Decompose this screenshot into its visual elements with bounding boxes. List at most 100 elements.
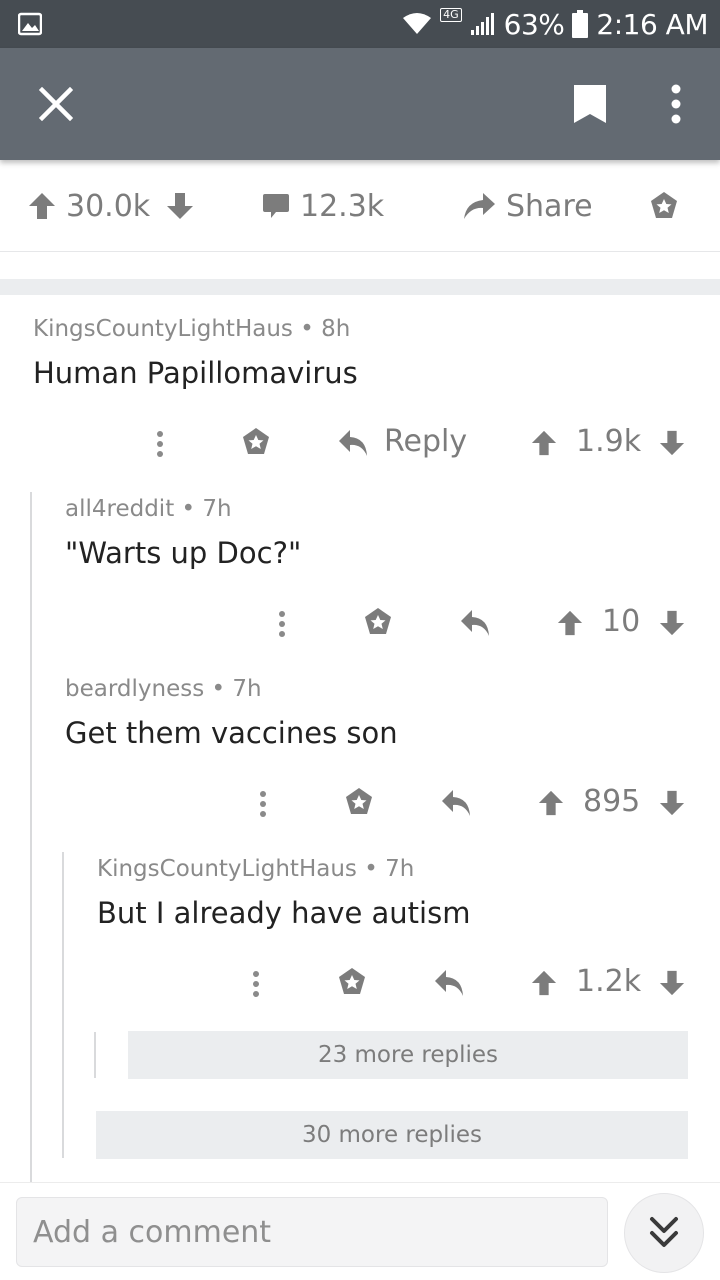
comment-author[interactable]: all4reddit: [65, 496, 174, 522]
comment: beardlyness • 7h Get them vaccines son: [65, 676, 398, 750]
comment-author[interactable]: beardlyness: [65, 676, 204, 702]
comment-upvote-button[interactable]: [556, 608, 584, 638]
more-replies-button[interactable]: 23 more replies: [128, 1031, 688, 1079]
comment-score: 1.9k: [576, 424, 642, 459]
comment-downvote-button[interactable]: [658, 968, 686, 998]
comment: all4reddit • 7h "Warts up Doc?": [65, 496, 301, 570]
share-icon: [464, 193, 495, 219]
more-replies-button[interactable]: 30 more replies: [96, 1111, 688, 1159]
comment-award-button[interactable]: [334, 964, 370, 1000]
battery-percent: 63%: [503, 7, 565, 41]
award-button[interactable]: [648, 160, 680, 252]
post-score: 30.0k: [66, 188, 151, 224]
comment-upvote-button[interactable]: [530, 428, 558, 458]
comment-body: Get them vaccines son: [65, 716, 398, 750]
comment-more-button[interactable]: [270, 606, 294, 642]
comments-count-button[interactable]: 12.3k: [262, 160, 384, 252]
comments-count: 12.3k: [300, 188, 385, 224]
more-replies-label: 30 more replies: [301, 1122, 483, 1148]
downvote-icon[interactable]: [166, 192, 194, 220]
comment-meta: all4reddit • 7h: [65, 496, 232, 522]
award-icon: [339, 968, 365, 994]
comment-score: 10: [602, 604, 641, 639]
comment-meta: KingsCountyLightHaus • 7h: [97, 856, 415, 882]
comment-age: 7h: [385, 856, 415, 882]
comment-downvote-button[interactable]: [658, 608, 686, 638]
more-vertical-icon: [260, 791, 266, 817]
battery-icon: [572, 10, 589, 38]
more-replies-label: 23 more replies: [317, 1042, 499, 1068]
upvote-icon: [531, 970, 557, 996]
status-bar: 4G 63% 2:16 AM: [0, 0, 720, 48]
comment-reply-button[interactable]: [458, 606, 492, 640]
award-icon: [346, 788, 372, 814]
thread-line-depth-1: [30, 492, 32, 1182]
more-vertical-icon: [671, 84, 681, 124]
post-vote-group: 30.0k: [28, 160, 194, 252]
award-icon: [651, 192, 677, 218]
comment-age: 7h: [232, 676, 262, 702]
wifi-icon: [403, 13, 432, 34]
downvote-icon: [659, 790, 685, 816]
comment-body: But I already have autism: [97, 896, 471, 930]
reply-icon: [339, 430, 367, 456]
comment: KingsCountyLightHaus • 7h But I already …: [97, 856, 470, 930]
award-icon: [243, 428, 269, 454]
comment-meta: beardlyness • 7h: [65, 676, 262, 702]
section-divider: [0, 279, 720, 295]
award-icon: [365, 608, 391, 634]
thread-line-depth-3: [94, 1032, 96, 1078]
comment-author[interactable]: KingsCountyLightHaus: [33, 316, 293, 342]
comment-meta: KingsCountyLightHaus • 8h: [33, 316, 351, 342]
upvote-icon: [557, 610, 583, 636]
overflow-menu-button[interactable]: [648, 76, 704, 132]
downvote-icon: [659, 970, 685, 996]
bookmark-icon: [574, 85, 606, 123]
comment-downvote-button[interactable]: [658, 788, 686, 818]
comment-age: 8h: [321, 316, 351, 342]
upvote-icon: [538, 790, 564, 816]
more-vertical-icon: [279, 611, 285, 637]
comment-reply-button[interactable]: [432, 966, 466, 1000]
close-icon: [39, 87, 73, 121]
comment-reply-button[interactable]: [336, 426, 370, 460]
post-action-bar: 30.0k 12.3k Share: [0, 160, 720, 252]
upvote-icon[interactable]: [28, 192, 56, 220]
more-vertical-icon: [253, 971, 259, 997]
comment-award-button[interactable]: [238, 424, 274, 460]
comment-composer-bar: Add a comment: [0, 1182, 720, 1280]
comment-downvote-button[interactable]: [658, 428, 686, 458]
network-type-badge: 4G: [440, 8, 462, 22]
comment-age: 7h: [202, 496, 232, 522]
reply-icon: [461, 610, 489, 636]
add-comment-placeholder: Add a comment: [33, 1214, 272, 1250]
more-vertical-icon: [157, 431, 163, 457]
downvote-icon: [659, 430, 685, 456]
add-comment-input[interactable]: Add a comment: [16, 1197, 608, 1267]
share-button[interactable]: Share: [462, 160, 593, 252]
signal-icon: [470, 13, 494, 35]
comment-author[interactable]: KingsCountyLightHaus: [97, 856, 357, 882]
comment-body: Human Papillomavirus: [33, 356, 358, 390]
upvote-icon: [531, 430, 557, 456]
comment-award-button[interactable]: [341, 784, 377, 820]
reply-label[interactable]: Reply: [384, 424, 467, 459]
comment: KingsCountyLightHaus • 8h Human Papillom…: [33, 316, 358, 390]
thread-line-depth-2: [62, 852, 64, 1158]
reply-icon: [442, 790, 470, 816]
comment-more-button[interactable]: [244, 966, 268, 1002]
comment-more-button[interactable]: [251, 786, 275, 822]
top-toolbar: [0, 48, 720, 160]
comment-more-button[interactable]: [148, 426, 172, 462]
comment-score: 895: [583, 784, 641, 819]
image-notification-icon: [18, 12, 42, 36]
comment-upvote-button[interactable]: [537, 788, 565, 818]
comment-reply-button[interactable]: [439, 786, 473, 820]
jump-to-next-comment-button[interactable]: [624, 1193, 704, 1273]
comment-upvote-button[interactable]: [530, 968, 558, 998]
comment-bubble-icon: [263, 194, 289, 218]
comment-award-button[interactable]: [360, 604, 396, 640]
reply-icon: [435, 970, 463, 996]
save-button[interactable]: [562, 76, 618, 132]
close-button[interactable]: [28, 76, 84, 132]
